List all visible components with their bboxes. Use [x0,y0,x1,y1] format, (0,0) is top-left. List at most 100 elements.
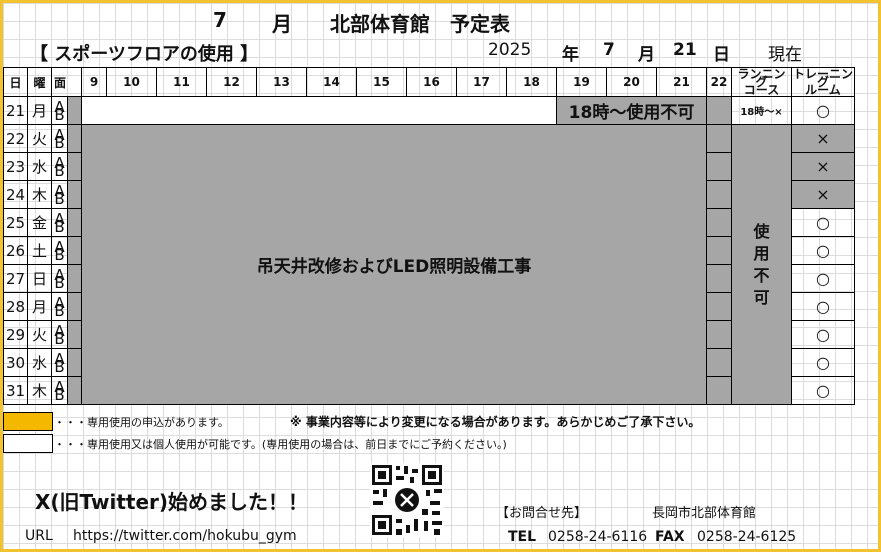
ab-dots-cell [67,376,82,405]
caution-note: ※ 事業内容等により変更になる場合があります。あらかじめご了承下さい。 [290,415,701,429]
hour22-cell [706,208,732,237]
year-unit: 年 [562,45,579,65]
hour22-cell [706,152,732,181]
weekday-cell: 月 [27,292,52,321]
weekday-cell: 土 [27,236,52,265]
qr-code[interactable] [370,463,444,537]
day-cell: 25 [3,208,28,237]
hour22-cell [706,236,732,265]
ab-dots-cell [67,124,82,153]
training-cell: × [791,152,855,181]
hour22-cell [706,320,732,349]
legend-yellow-text: ・・・専用使用の申込があります。 [54,416,229,429]
running-cell: 18時～× [731,96,792,125]
col-weekday: 曜 [27,67,52,97]
training-cell: × [791,180,855,209]
training-cell: ○ [791,264,855,293]
training-cell: ○ [791,376,855,405]
hour22-cell [706,292,732,321]
training-cell: ○ [791,348,855,377]
legend-white-swatch [3,434,53,453]
day-cell: 28 [3,292,28,321]
notice-18-cell: 18時～使用不可 [556,96,707,125]
day-cell: 29 [3,320,28,349]
ab-dots-cell [67,292,82,321]
day-cell: 27 [3,264,28,293]
hour22-cell [706,96,732,125]
ab-dots-cell [67,96,82,125]
hour-20: 20 [606,67,657,97]
ab-cell: A B [51,152,68,181]
title-month-unit: 月 [272,12,292,36]
ab-dots-cell [67,152,82,181]
table-row: 21 月 A B 18時～使用不可 18時～× ○ [3,96,855,125]
col-running: ランニング コース [731,67,792,97]
date-day-unit: 日 [713,45,730,65]
hour22-cell [706,124,732,153]
facility-label: 【 スポーツフロアの使用 】 [30,44,259,65]
ab-cell: A B [51,96,68,125]
training-cell: × [791,124,855,153]
ab-cell: A B [51,124,68,153]
day-cell: 31 [3,376,28,405]
hour-17: 17 [456,67,507,97]
day-cell: 26 [3,236,28,265]
available-slot [81,96,557,125]
ab-dots-cell [67,320,82,349]
title-month: 7 [213,8,227,32]
table-row: 22 火 A B 吊天井改修およびLED照明設備工事使 用 不 可 × [3,124,855,405]
date-day: 21 [673,40,697,60]
year: 2025 [488,40,532,60]
hour-19: 19 [556,67,607,97]
twitter-message: X(旧Twitter)始めました！！ [35,490,309,514]
ab-cell: A B [51,292,68,321]
tel-number: 0258-24-6116 [548,529,648,545]
fax-label: FAX [655,529,685,545]
hour-16: 16 [406,67,457,97]
ab-dots-cell [67,180,82,209]
legend-white-text: ・・・専用使用又は個人使用が可能です。(専用使用の場合は、前日までにご予約くださ… [54,438,507,451]
ab-dots-cell [67,348,82,377]
hour22-cell [706,376,732,405]
col-training: トレーニング ルーム [791,67,855,97]
weekday-cell: 木 [27,376,52,405]
hour-12: 12 [206,67,257,97]
date-month: 7 [603,40,615,60]
day-cell: 22 [3,124,28,153]
hour-13: 13 [256,67,307,97]
org-name: 長岡市北部体育館 [652,506,757,521]
hour-15: 15 [356,67,407,97]
col-side: 面 [51,67,82,97]
weekday-cell: 木 [27,180,52,209]
header-row: 日 曜 面 9 10 11 12 13 14 15 16 17 18 19 20… [3,67,855,97]
weekday-cell: 日 [27,264,52,293]
weekday-cell: 火 [27,320,52,349]
weekday-cell: 水 [27,152,52,181]
contact-label: 【お問合せ先】 [496,506,588,521]
weekday-cell: 金 [27,208,52,237]
training-cell: ○ [791,208,855,237]
hour-14: 14 [306,67,357,97]
fax-number: 0258-24-6125 [697,529,797,545]
ab-cell: A B [51,348,68,377]
hour-21: 21 [656,67,707,97]
weekday-cell: 水 [27,348,52,377]
ab-dots-cell [67,236,82,265]
construction-block: 吊天井改修およびLED照明設備工事 [81,124,707,405]
day-cell: 30 [3,348,28,377]
training-cell: ○ [791,292,855,321]
day-cell: 23 [3,152,28,181]
ab-cell: A B [51,180,68,209]
running-closed-block: 使 用 不 可 [731,124,792,405]
hour-22: 22 [706,67,732,97]
tel-label: TEL [508,529,537,545]
status-label: 現在 [768,45,802,65]
url-label: URL [25,528,53,544]
col-day: 日 [3,67,28,97]
day-cell: 21 [3,96,28,125]
hour-11: 11 [156,67,207,97]
training-cell: ○ [791,96,855,125]
ab-dots-cell [67,208,82,237]
hour22-cell [706,264,732,293]
twitter-url-link[interactable]: https://twitter.com/hokubu_gym [73,528,297,544]
